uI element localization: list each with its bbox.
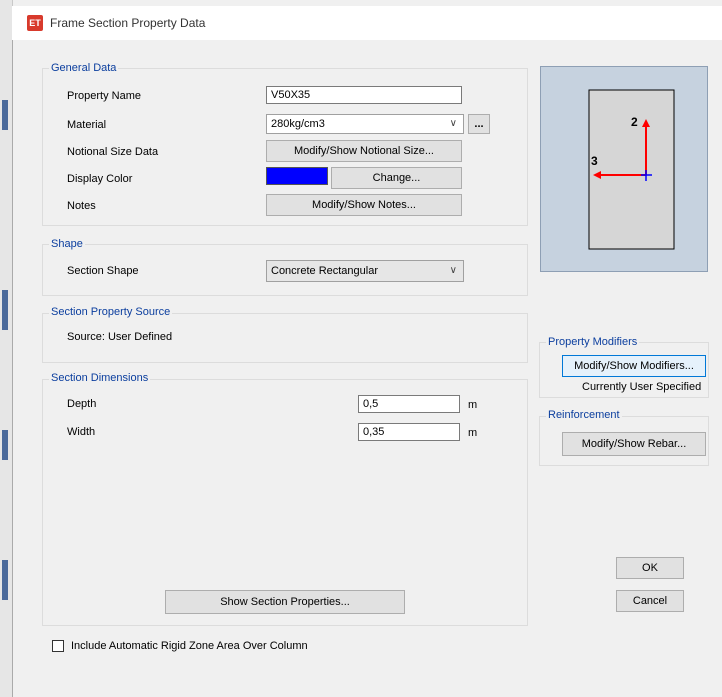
display-color-swatch <box>266 167 328 185</box>
depth-input[interactable] <box>358 395 460 413</box>
section-property-source-title: Section Property Source <box>49 306 173 318</box>
background-marker <box>2 560 8 600</box>
axis-2-label: 2 <box>631 115 638 129</box>
width-unit: m <box>468 427 478 439</box>
axis-3-label: 3 <box>591 154 598 168</box>
source-text: Source: User Defined <box>67 331 173 343</box>
notes-label: Notes <box>67 200 96 212</box>
section-shape-label: Section Shape <box>67 265 139 277</box>
material-more-button[interactable]: ... <box>468 114 490 134</box>
modify-show-rebar-button[interactable]: Modify/Show Rebar... <box>562 432 706 456</box>
modifiers-status: Currently User Specified <box>582 381 702 393</box>
section-preview-canvas: 2 3 <box>588 89 675 250</box>
notional-size-button[interactable]: Modify/Show Notional Size... <box>266 140 462 162</box>
section-shape-value: Concrete Rectangular <box>271 265 379 277</box>
depth-label: Depth <box>67 398 97 410</box>
modify-show-modifiers-button[interactable]: Modify/Show Modifiers... <box>562 355 706 377</box>
notional-size-label: Notional Size Data <box>67 146 159 158</box>
change-color-button[interactable]: Change... <box>331 167 462 189</box>
property-name-label: Property Name <box>67 90 141 102</box>
show-section-properties-button[interactable]: Show Section Properties... <box>165 590 405 614</box>
notes-button[interactable]: Modify/Show Notes... <box>266 194 462 216</box>
chevron-down-icon: ∨ <box>449 265 457 276</box>
property-modifiers-title: Property Modifiers <box>546 336 640 348</box>
section-preview: 2 3 <box>540 66 708 272</box>
general-data-title: General Data <box>49 62 119 74</box>
ok-button[interactable]: OK <box>616 557 684 579</box>
material-label: Material <box>67 119 107 131</box>
material-select[interactable]: 280kg/cm3 ∨ <box>266 114 464 134</box>
section-dimensions-group <box>42 379 528 626</box>
reinforcement-title: Reinforcement <box>546 409 622 421</box>
background-marker <box>2 290 8 330</box>
rigid-zone-checkbox[interactable] <box>52 640 64 652</box>
display-color-label: Display Color <box>67 173 133 185</box>
background-marker <box>2 430 8 460</box>
section-dimensions-title: Section Dimensions <box>49 372 151 384</box>
shape-title: Shape <box>49 238 85 250</box>
rigid-zone-label: Include Automatic Rigid Zone Area Over C… <box>71 640 308 652</box>
property-name-input[interactable] <box>266 86 462 104</box>
section-outline <box>588 89 675 250</box>
width-label: Width <box>67 426 96 438</box>
window-title: Frame Section Property Data <box>50 16 206 30</box>
etabs-app-icon: ET <box>27 15 43 31</box>
section-shape-select[interactable]: Concrete Rectangular ∨ <box>266 260 464 282</box>
depth-unit: m <box>468 399 478 411</box>
width-input[interactable] <box>358 423 460 441</box>
material-value: 280kg/cm3 <box>271 118 325 130</box>
background-marker <box>2 100 8 130</box>
chevron-down-icon: ∨ <box>449 118 457 129</box>
cancel-button[interactable]: Cancel <box>616 590 684 612</box>
